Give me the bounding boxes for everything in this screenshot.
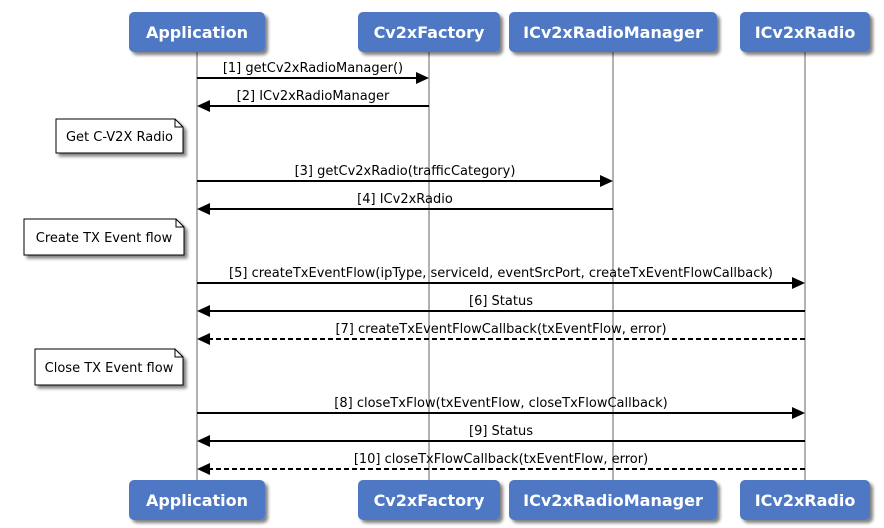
actor-label: Application (146, 23, 248, 42)
arrowhead-icon (197, 100, 210, 112)
message-label: [1] getCv2xRadioManager() (223, 61, 403, 76)
message-1: [1] getCv2xRadioManager() (197, 61, 429, 84)
actor-label: Application (146, 491, 248, 510)
actor-app-bottom: Application (129, 480, 265, 520)
note-text: Create TX Event flow (36, 231, 173, 246)
message-2: [2] ICv2xRadioManager (197, 89, 429, 112)
message-label: [7] createTxEventFlowCallback(txEventFlo… (335, 322, 666, 337)
sequence-diagram: Get C-V2X Radio Create TX Event flow Close… (23, 12, 870, 520)
arrowhead-icon (600, 175, 613, 187)
actor-label: ICv2xRadio (755, 23, 856, 42)
message-label: [3] getCv2xRadio(trafficCategory) (295, 164, 516, 179)
note: Get C-V2X Radio (55, 118, 184, 154)
note-text: Close TX Event flow (45, 361, 174, 376)
actor-label: ICv2xRadioManager (523, 491, 703, 510)
message-7: [7] createTxEventFlowCallback(txEventFlo… (197, 322, 805, 345)
arrowhead-icon (197, 333, 210, 345)
message-label: [9] Status (469, 424, 533, 439)
message-6: [6] Status (197, 294, 805, 317)
message-label: [5] createTxEventFlow(ipType, serviceId,… (229, 266, 773, 281)
actor-manager-bottom: ICv2xRadioManager (509, 480, 717, 520)
arrowhead-icon (197, 435, 210, 447)
note-text: Get C-V2X Radio (66, 130, 173, 145)
message-label: [8] closeTxFlow(txEventFlow, closeTxFlow… (334, 396, 667, 411)
message-label: [4] ICv2xRadio (357, 192, 453, 207)
message-5: [5] createTxEventFlow(ipType, serviceId,… (197, 266, 805, 289)
arrowhead-icon (197, 463, 210, 475)
arrowhead-icon (792, 407, 805, 419)
actor-label: ICv2xRadio (755, 491, 856, 510)
message-8: [8] closeTxFlow(txEventFlow, closeTxFlow… (197, 396, 805, 419)
message-label: [10] closeTxFlowCallback(txEventFlow, er… (354, 452, 648, 467)
actor-factory-bottom: Cv2xFactory (358, 480, 500, 520)
message-3: [3] getCv2xRadio(trafficCategory) (197, 164, 613, 187)
actor-label: Cv2xFactory (374, 23, 485, 42)
message-4: [4] ICv2xRadio (197, 192, 613, 215)
note: Close TX Event flow (34, 348, 184, 386)
actor-label: Cv2xFactory (374, 491, 485, 510)
actor-radio-top: ICv2xRadio (740, 12, 870, 52)
message-10: [10] closeTxFlowCallback(txEventFlow, er… (197, 452, 805, 475)
arrowhead-icon (197, 203, 210, 215)
actor-manager-top: ICv2xRadioManager (509, 12, 717, 52)
message-label: [2] ICv2xRadioManager (237, 89, 390, 104)
actor-app-top: Application (129, 12, 265, 52)
note: Create TX Event flow (23, 218, 185, 256)
actor-label: ICv2xRadioManager (523, 23, 703, 42)
arrowhead-icon (792, 277, 805, 289)
message-9: [9] Status (197, 424, 805, 447)
arrowhead-icon (197, 305, 210, 317)
arrowhead-icon (416, 72, 429, 84)
message-label: [6] Status (469, 294, 533, 309)
actor-factory-top: Cv2xFactory (358, 12, 500, 52)
actor-radio-bottom: ICv2xRadio (740, 480, 870, 520)
